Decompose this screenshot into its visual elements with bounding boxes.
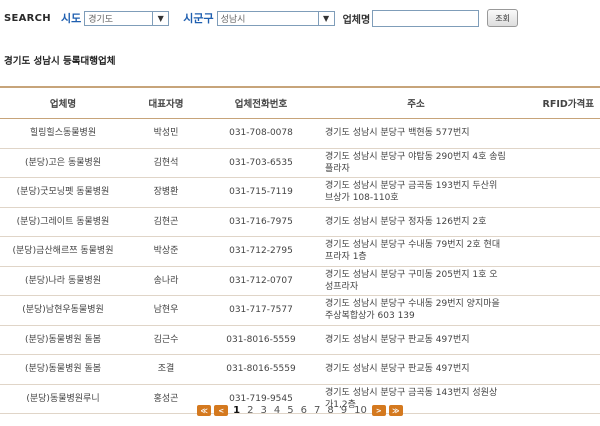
cell-representative: 박성민 (153, 128, 179, 139)
cell-address: 경기도 성남시 분당구 구미동 205번지 1호 오 성프라자 (325, 269, 498, 292)
page-link[interactable]: 3 (258, 405, 268, 416)
cell-address: 경기도 성남시 분당구 수내동 79번지 2호 현대 프라자 1층 (325, 240, 501, 263)
page-link[interactable]: 8 (325, 405, 335, 416)
chevron-down-icon[interactable]: ▼ (152, 11, 169, 25)
cell-phone: 031-712-2795 (229, 246, 293, 257)
first-page-button[interactable]: ≪ (197, 405, 212, 416)
cell-business-name[interactable]: (분당)금산해르쯔 동물병원 (0, 245, 126, 257)
cell-representative: 송나라 (153, 275, 179, 286)
cell-phone: 031-715-7119 (229, 187, 293, 198)
cell-address: 경기도 성남시 분당구 정자동 126번지 2호 (325, 216, 487, 227)
cell-representative: 남현우 (153, 305, 179, 316)
cell-representative: 김현곤 (153, 216, 179, 227)
sigungu-select[interactable]: 성남시 ▼ (216, 10, 335, 26)
table-row: 힐링힐스동물병원 박성민 031-708-0078 경기도 성남시 분당구 백현… (0, 119, 600, 149)
cell-address: 경기도 성남시 분당구 판교동 497번지 (325, 334, 470, 345)
table-row: (분당)남현우동물병원 남현우 031-717-7577 경기도 성남시 분당구… (0, 296, 600, 326)
cell-representative: 장병환 (153, 187, 179, 198)
cell-address: 경기도 성남시 분당구 수내동 29번지 양지마을 주상복합상가 603 139 (325, 299, 500, 322)
pagination: ≪ < 1 2 3 4 5 6 7 8 9 10 > ≫ (0, 405, 600, 416)
cell-business-name[interactable]: (분당)남현우동물병원 (0, 304, 126, 316)
cell-phone: 031-8016-5559 (226, 364, 296, 375)
page-link[interactable]: 6 (299, 405, 309, 416)
table-row: (분당)고은 동물병원 김현석 031-703-6535 경기도 성남시 분당구… (0, 149, 600, 178)
header-rfid-price: RFID가격표 (542, 99, 594, 110)
search-bar: SEARCH 시도 경기도 ▼ 시군구 성남시 ▼ 업체명 조회 (4, 9, 518, 27)
cell-business-name[interactable]: (분당)그레이트 동물병원 (0, 216, 126, 228)
sido-select[interactable]: 경기도 ▼ (84, 10, 170, 26)
page-link-current[interactable]: 1 (231, 405, 242, 416)
page-link[interactable]: 2 (245, 405, 255, 416)
cell-phone: 031-716-7975 (229, 216, 293, 227)
cell-business-name[interactable]: 힐링힐스동물병원 (0, 127, 126, 139)
table-row: (분당)동물병원 돌봄 조결 031-8016-5559 경기도 성남시 분당구… (0, 355, 600, 385)
cell-business-name[interactable]: (분당)동물병원 돌봄 (0, 334, 126, 346)
cell-address: 경기도 성남시 분당구 판교동 497번지 (325, 364, 470, 375)
cell-phone: 031-703-6535 (229, 157, 293, 168)
cell-address: 경기도 성남시 분당구 백현동 577번지 (325, 128, 470, 139)
sigungu-select-value: 성남시 (220, 14, 246, 25)
header-representative: 대표자명 (148, 99, 184, 110)
search-label: SEARCH (4, 12, 51, 24)
page-title: 경기도 성남시 등록대행업체 (4, 56, 116, 67)
cell-representative: 김근수 (153, 334, 179, 345)
business-name-input[interactable] (372, 9, 480, 27)
sigungu-label: 시군구 (183, 12, 214, 25)
next-page-button[interactable]: > (371, 405, 386, 416)
table-row: (분당)나라 동물병원 송나라 031-712-0707 경기도 성남시 분당구… (0, 267, 600, 296)
cell-phone: 031-708-0078 (229, 128, 293, 139)
header-business-name: 업체명 (49, 99, 77, 110)
cell-business-name[interactable]: (분당)나라 동물병원 (0, 275, 126, 287)
page-link[interactable]: 7 (312, 405, 322, 416)
page-link[interactable]: 4 (272, 405, 282, 416)
header-address: 주소 (407, 99, 425, 110)
page-link[interactable]: 5 (285, 405, 295, 416)
cell-business-name[interactable]: (분당)동물병원루니 (0, 393, 126, 405)
table-row: (분당)굿모닝펫 동물병원 장병환 031-715-7119 경기도 성남시 분… (0, 178, 600, 208)
cell-address: 경기도 성남시 분당구 금곡동 193번지 두산위 브상가 108-110호 (325, 181, 498, 204)
cell-business-name[interactable]: (분당)동물병원 돌봄 (0, 363, 126, 375)
cell-representative: 김현석 (153, 157, 179, 168)
cell-phone: 031-8016-5559 (226, 334, 296, 345)
page-link[interactable]: 10 (352, 405, 369, 416)
cell-representative: 조결 (157, 364, 175, 375)
cell-address: 경기도 성남시 분당구 야탑동 290번지 4호 송림 플라자 (325, 151, 506, 174)
prev-page-button[interactable]: < (214, 405, 229, 416)
business-name-label: 업체명 (342, 14, 371, 26)
cell-representative: 홍성곤 (153, 393, 179, 404)
header-phone: 업체전화번호 (234, 99, 288, 110)
cell-phone: 031-712-0707 (229, 275, 293, 286)
search-button[interactable]: 조회 (487, 9, 518, 27)
sido-select-value: 경기도 (88, 14, 114, 25)
chevron-down-icon[interactable]: ▼ (317, 11, 334, 25)
last-page-button[interactable]: ≫ (388, 405, 403, 416)
agency-table: 업체명 대표자명 업체전화번호 주소 RFID가격표 힐링힐스동물병원 박성민 … (0, 86, 600, 414)
cell-phone: 031-719-9545 (229, 393, 293, 404)
table-row: (분당)동물병원 돌봄 김근수 031-8016-5559 경기도 성남시 분당… (0, 326, 600, 355)
cell-business-name[interactable]: (분당)고은 동물병원 (0, 157, 126, 169)
cell-representative: 박상준 (153, 246, 179, 257)
table-row: (분당)그레이트 동물병원 김현곤 031-716-7975 경기도 성남시 분… (0, 208, 600, 237)
cell-business-name[interactable]: (분당)굿모닝펫 동물병원 (0, 186, 126, 198)
page-link[interactable]: 9 (339, 405, 349, 416)
table-header: 업체명 대표자명 업체전화번호 주소 RFID가격표 (0, 86, 600, 119)
cell-phone: 031-717-7577 (229, 305, 293, 316)
sido-label: 시도 (60, 12, 82, 25)
table-row: (분당)금산해르쯔 동물병원 박상준 031-712-2795 경기도 성남시 … (0, 237, 600, 267)
